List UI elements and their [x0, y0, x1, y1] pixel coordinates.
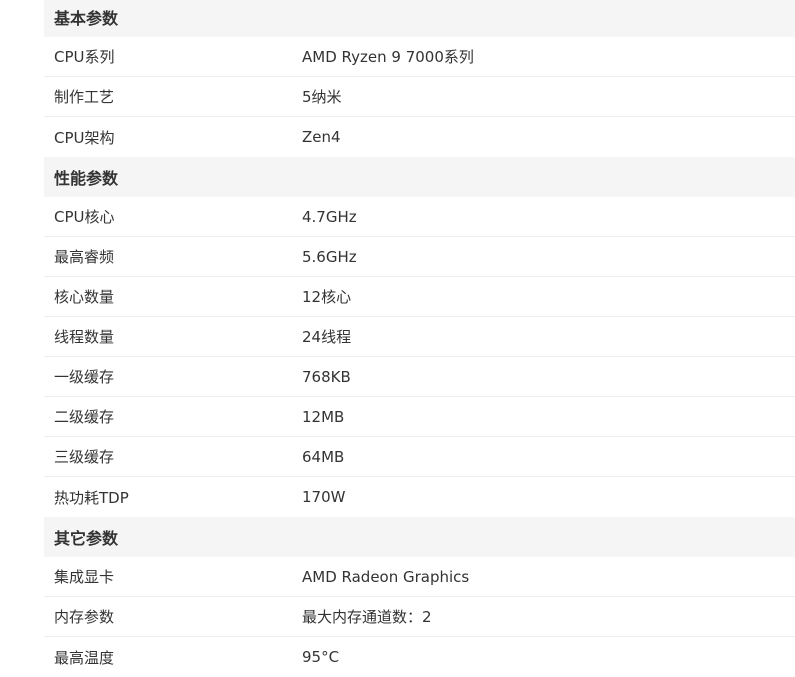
section-header-performance: 性能参数	[44, 157, 795, 197]
spec-row-l3-cache: 三级缓存 64MB	[44, 437, 795, 477]
spec-row-cpu-series: CPU系列 AMD Ryzen 9 7000系列	[44, 37, 795, 77]
spec-value: 12核心	[302, 288, 352, 306]
spec-label: 核心数量	[54, 288, 115, 306]
spec-row-architecture: CPU架构 Zen4	[44, 117, 795, 157]
spec-value: 最大内存通道数：2	[302, 608, 432, 626]
spec-value: 768KB	[302, 367, 351, 386]
spec-value: 4.7GHz	[302, 207, 357, 226]
section-title: 其它参数	[54, 529, 119, 548]
spec-label: 最高温度	[54, 648, 115, 667]
spec-label: 内存参数	[54, 608, 115, 626]
spec-value: 5.6GHz	[302, 247, 357, 266]
spec-row-core-count: 核心数量 12核心	[44, 277, 795, 317]
spec-row-process: 制作工艺 5纳米	[44, 77, 795, 117]
spec-row-l1-cache: 一级缓存 768KB	[44, 357, 795, 397]
spec-row-integrated-graphics: 集成显卡 AMD Radeon Graphics	[44, 557, 795, 597]
spec-row-max-temp: 最高温度 95°C	[44, 637, 795, 677]
section-title: 基本参数	[54, 9, 119, 28]
spec-value: 5纳米	[302, 88, 342, 106]
spec-label: CPU系列	[54, 48, 115, 66]
spec-label: CPU核心	[54, 208, 115, 226]
spec-value: 95°C	[302, 648, 340, 666]
spec-value: AMD Radeon Graphics	[302, 567, 470, 586]
spec-label: 最高睿频	[54, 248, 115, 266]
spec-row-memory: 内存参数 最大内存通道数：2	[44, 597, 795, 637]
spec-row-thread-count: 线程数量 24线程	[44, 317, 795, 357]
spec-row-l2-cache: 二级缓存 12MB	[44, 397, 795, 437]
spec-value: 170W	[302, 488, 346, 506]
spec-row-tdp: 热功耗TDP 170W	[44, 477, 795, 517]
spec-row-boost-clock: 最高睿频 5.6GHz	[44, 237, 795, 277]
spec-label: 集成显卡	[54, 568, 115, 586]
spec-label: 制作工艺	[54, 88, 115, 106]
section-title: 性能参数	[54, 169, 119, 188]
spec-value: 12MB	[302, 407, 345, 426]
spec-label: 一级缓存	[54, 368, 115, 386]
spec-value: AMD Ryzen 9 7000系列	[302, 48, 474, 66]
spec-table: 基本参数 CPU系列 AMD Ryzen 9 7000系列 制作工艺 5纳米 C…	[44, 0, 795, 677]
spec-value: Zen4	[302, 128, 341, 146]
spec-label: 三级缓存	[54, 448, 115, 466]
spec-value: 24线程	[302, 328, 352, 346]
section-header-basic: 基本参数	[44, 0, 795, 37]
spec-label: CPU架构	[54, 128, 115, 147]
spec-label: 热功耗TDP	[54, 488, 129, 507]
spec-row-base-clock: CPU核心 4.7GHz	[44, 197, 795, 237]
spec-label: 二级缓存	[54, 408, 115, 426]
spec-value: 64MB	[302, 447, 345, 466]
section-header-other: 其它参数	[44, 517, 795, 557]
spec-label: 线程数量	[54, 328, 115, 346]
